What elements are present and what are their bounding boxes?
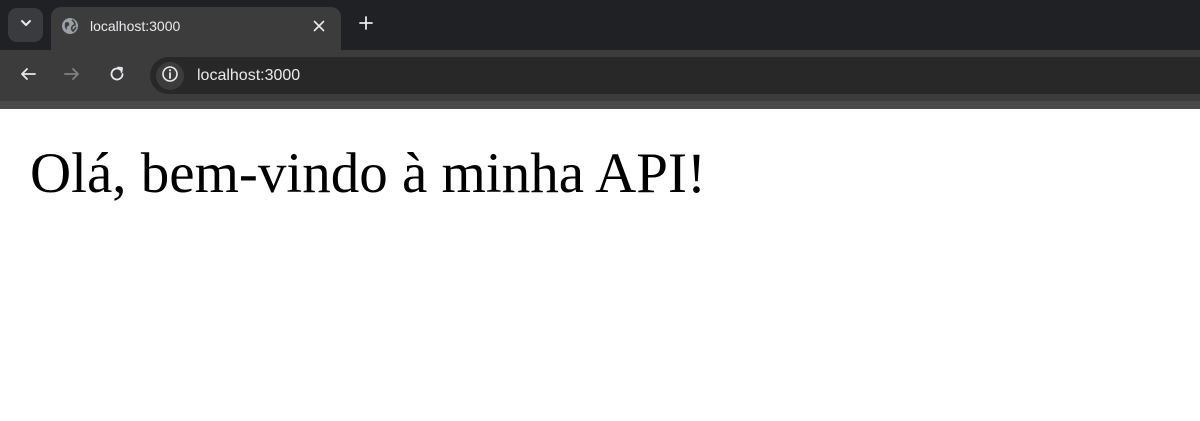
url-text: localhost:3000 <box>197 67 301 84</box>
toolbar-divider <box>0 101 1200 109</box>
tab-title: localhost:3000 <box>90 18 181 34</box>
site-info-button[interactable] <box>156 62 184 90</box>
globe-icon <box>61 17 79 35</box>
arrow-left-icon <box>19 65 37 88</box>
arrow-right-icon <box>63 65 81 88</box>
tab-strip: localhost:3000 <box>0 0 1200 50</box>
new-tab-button[interactable] <box>353 12 379 38</box>
browser-toolbar: localhost:3000 <box>0 50 1200 101</box>
reload-icon <box>108 65 126 88</box>
tab-search-button[interactable] <box>8 8 43 42</box>
info-icon <box>161 65 179 88</box>
forward-button[interactable] <box>59 63 85 89</box>
page-content: Olá, bem-vindo à minha API! <box>0 109 1200 421</box>
address-bar[interactable]: localhost:3000 <box>150 57 1200 94</box>
page-heading: Olá, bem-vindo à minha API! <box>30 142 706 205</box>
browser-tab[interactable]: localhost:3000 <box>51 7 341 50</box>
close-icon[interactable] <box>310 17 328 35</box>
plus-icon <box>358 15 374 36</box>
back-button[interactable] <box>15 63 41 89</box>
reload-button[interactable] <box>104 63 130 89</box>
chevron-down-icon <box>19 16 33 35</box>
